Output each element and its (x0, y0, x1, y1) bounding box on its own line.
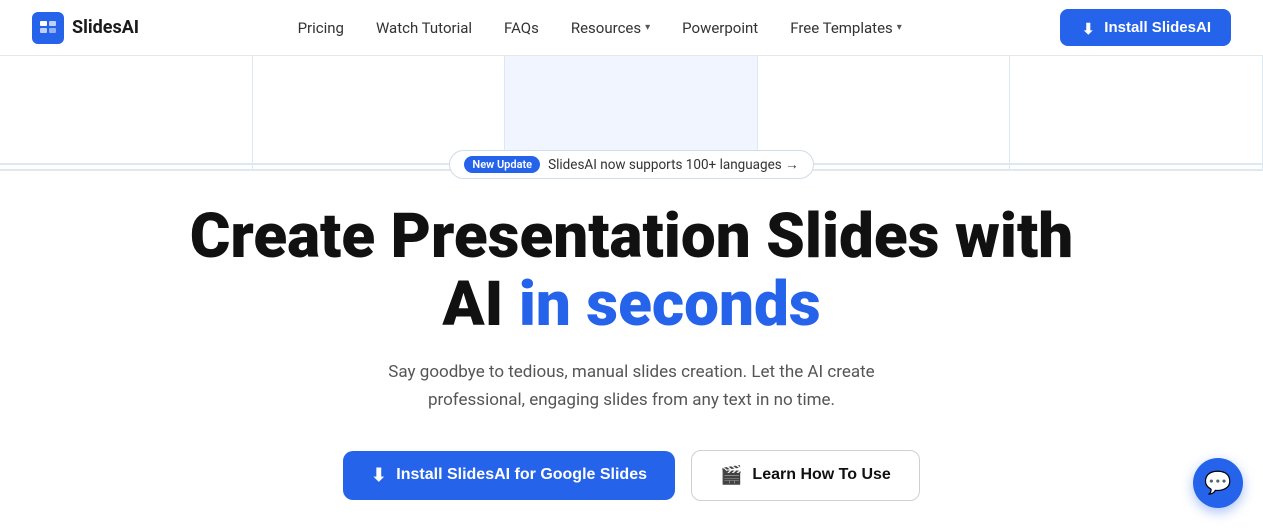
nav-free-templates[interactable]: Free Templates ▾ (790, 19, 902, 37)
logo[interactable]: SlidesAI (32, 12, 139, 44)
badge-label: New Update (464, 156, 540, 173)
logo-text: SlidesAI (72, 17, 139, 38)
nav-links: Pricing Watch Tutorial FAQs Resources ▾ … (298, 19, 902, 37)
logo-icon (32, 12, 64, 44)
badge-text: SlidesAI now supports 100+ languages → (548, 157, 798, 173)
hero-cta-group: ⬇ Install SlidesAI for Google Slides 🎬 L… (343, 450, 920, 501)
free-templates-chevron-icon: ▾ (897, 22, 902, 33)
chat-icon: 💬 (1204, 471, 1231, 496)
resources-chevron-icon: ▾ (645, 22, 650, 33)
nav-powerpoint[interactable]: Powerpoint (682, 19, 758, 37)
nav-pricing[interactable]: Pricing (298, 19, 344, 37)
install-button[interactable]: ⬇ Install SlidesAI (1060, 9, 1231, 46)
tutorial-icon: 🎬 (720, 465, 742, 486)
nav-faqs[interactable]: FAQs (504, 19, 539, 37)
hero-subtitle: Say goodbye to tedious, manual slides cr… (342, 359, 922, 413)
update-badge[interactable]: New Update SlidesAI now supports 100+ la… (449, 150, 813, 179)
chat-bubble[interactable]: 💬 (1193, 458, 1243, 508)
hero-title: Create Presentation Slides with AI in se… (190, 203, 1074, 339)
nav-watch-tutorial[interactable]: Watch Tutorial (376, 19, 472, 37)
download-icon: ⬇ (1080, 20, 1096, 36)
nav-resources[interactable]: Resources ▾ (571, 19, 650, 37)
hero-section: New Update SlidesAI now supports 100+ la… (0, 150, 1263, 501)
navbar: SlidesAI Pricing Watch Tutorial FAQs Res… (0, 0, 1263, 56)
install-icon: ⬇ (371, 465, 386, 486)
install-google-slides-button[interactable]: ⬇ Install SlidesAI for Google Slides (343, 451, 675, 500)
learn-how-button[interactable]: 🎬 Learn How To Use (691, 450, 920, 501)
